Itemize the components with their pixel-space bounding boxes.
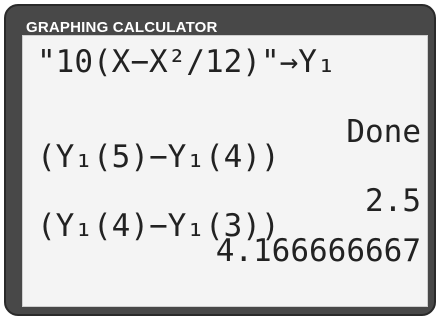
input-line-difference-5-4: (Y₁(5)−Y₁(4)) <box>37 139 280 175</box>
app-title: GRAPHING CALCULATOR <box>26 19 218 36</box>
calculator-screen: "10(X−X²/12)"→Y₁ Done (Y₁(5)−Y₁(4)) 2.5 … <box>22 35 428 307</box>
output-line-4-1667: 4.166666667 <box>215 233 421 269</box>
input-line-store-function: "10(X−X²/12)"→Y₁ <box>37 44 336 80</box>
